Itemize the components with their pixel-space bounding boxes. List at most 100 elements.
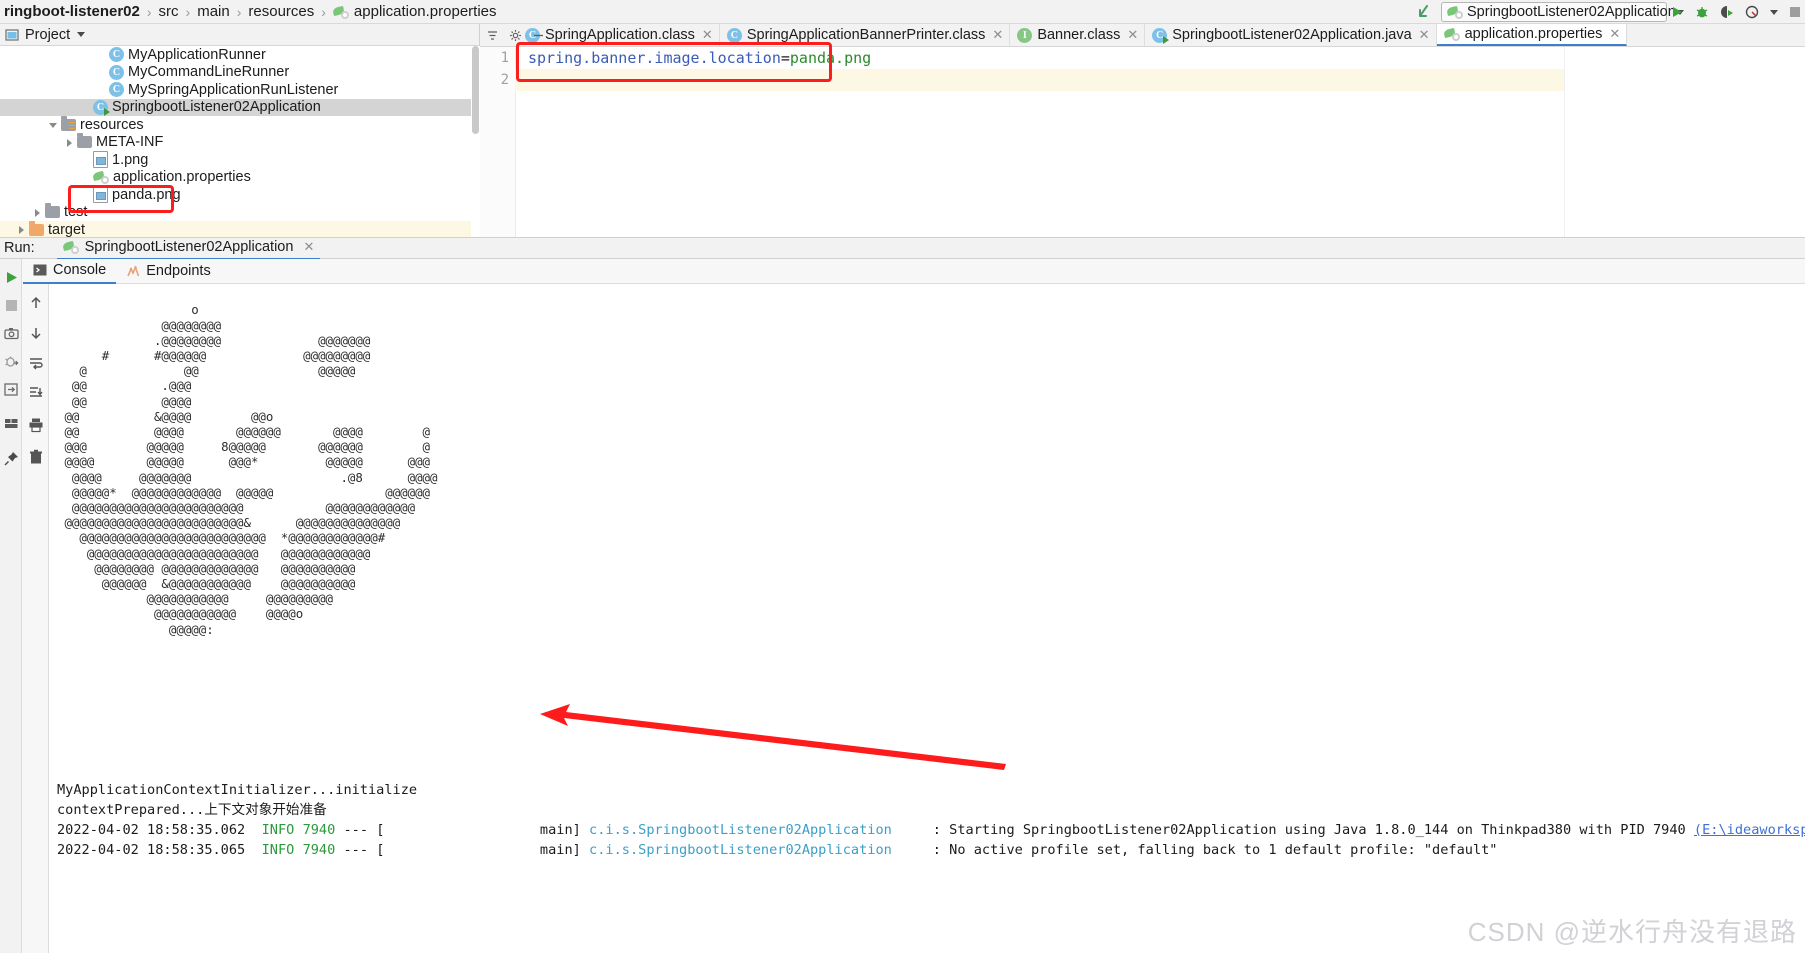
scroll-to-end-icon[interactable] [28,385,44,401]
editor-tab-label: SpringApplication.class [545,27,695,43]
tree-row[interactable]: target [0,220,471,237]
java-class-icon: C [726,27,742,43]
stop-icon[interactable] [4,298,19,313]
scroll-up-icon[interactable] [28,295,44,311]
tree-twisty-collapsed-icon[interactable] [64,137,75,148]
layout-icon[interactable] [4,416,19,431]
tab-console-label: Console [53,262,107,278]
breadcrumb-item-project[interactable]: ringboot-listener02 [4,3,140,20]
console-icon [33,263,47,277]
tree-row[interactable]: C MyApplicationRunner [0,46,471,64]
tree-twisty-collapsed-icon[interactable] [32,207,43,218]
console-tab-bar[interactable]: Console Endpoints [23,259,1805,284]
tree-row[interactable]: C MyCommandLineRunner [0,64,471,82]
property-key: spring.banner.image.location [528,49,781,67]
log-separator: --- [ [343,842,385,858]
run-with-coverage-icon[interactable] [1720,5,1734,19]
scroll-down-icon[interactable] [28,325,44,341]
folder-icon [45,203,60,219]
console-log-line: 2022-04-02 18:58:35.065 INFO 7940 --- [ … [57,840,1805,860]
tree-row[interactable]: 1.png [0,151,471,169]
tab-endpoints[interactable]: Endpoints [116,259,221,284]
stop-icon[interactable] [1789,6,1801,18]
console-output[interactable]: o @@@@@@@@ .@@@@@@@@ @@@@@@@ # #@@@@@@ @… [49,285,1805,953]
editor-tab-bar[interactable]: C SpringApplication.class ✕ C SpringApplicat… [480,24,1805,47]
tab-console[interactable]: Console [23,259,117,284]
breadcrumb-item-main[interactable]: main [197,3,230,20]
print-icon[interactable] [28,417,44,433]
breadcrumb-item-src[interactable]: src [159,3,179,20]
chevron-down-icon[interactable] [1770,9,1778,15]
breadcrumb-item-resources[interactable]: resources [248,3,314,20]
export-icon[interactable] [4,382,19,397]
close-icon[interactable]: ✕ [303,239,314,255]
project-tree[interactable]: C MyApplicationRunner C MyCommandLineRunner… [0,46,471,237]
rerun-icon[interactable] [4,270,19,285]
hide-icon[interactable] [532,29,545,42]
project-window-title: Project [25,26,71,43]
editor-tab[interactable]: C SpringbootListener02Application.java ✕ [1145,24,1437,46]
tree-row[interactable]: application.properties [0,169,471,187]
log-level: INFO [261,842,295,858]
trash-icon[interactable] [28,449,44,465]
soft-wrap-icon[interactable] [28,355,44,371]
tree-row[interactable]: C MySpringApplicationRunListener [0,81,471,99]
pin-icon[interactable] [4,451,19,466]
log-message: Starting SpringbootListener02Application… [949,822,1694,838]
project-tree-scrollbar[interactable] [471,46,480,237]
tree-row[interactable]: test [0,203,471,222]
scrollbar-thumb[interactable] [472,46,479,134]
run-tab-label: SpringbootListener02Application [84,239,294,255]
tree-twisty-expanded-icon[interactable] [48,119,59,130]
chevron-down-icon[interactable] [77,32,86,37]
spring-banner-ascii-art: o @@@@@@@@ .@@@@@@@@ @@@@@@@ # #@@@@@@ @… [64,302,438,637]
run-configuration-selector[interactable]: SpringbootListener02Application [1441,2,1684,22]
close-icon[interactable]: ✕ [1127,27,1138,43]
breadcrumb-item-file[interactable]: application.properties [354,3,497,20]
log-path-link[interactable]: (E:\ideaworkspace\springboo [1694,822,1805,838]
java-class-icon: C [109,64,124,80]
close-icon[interactable]: ✕ [992,27,1003,43]
debug-attach-icon[interactable] [4,354,19,369]
tree-item-label: resources [80,116,144,133]
tree-item-label: MyCommandLineRunner [128,64,290,81]
tree-twisty-collapsed-icon[interactable] [16,224,27,235]
log-logger[interactable]: c.i.s.SpringbootListener02Application [589,842,892,858]
editor-tab[interactable]: application.properties ✕ [1436,24,1628,46]
breadcrumb-separator-icon: › [321,3,326,20]
screenshot-icon[interactable] [4,326,19,341]
collapse-all-icon[interactable] [486,29,499,42]
run-tool-window-header: Run: SpringbootListener02Application ✕ [0,236,1805,260]
editor-tab[interactable]: I Banner.class ✕ [1010,24,1146,46]
tree-row[interactable]: panda.png [0,186,471,204]
console-side-toolbar[interactable] [22,259,49,953]
close-icon[interactable]: ✕ [1419,27,1430,43]
close-icon[interactable]: ✕ [702,27,713,43]
property-equals: = [780,49,790,67]
tree-row[interactable]: resources [0,115,471,134]
tree-item-label: 1.png [112,151,149,168]
settings-gear-icon[interactable] [509,29,522,42]
log-level: INFO [261,822,295,838]
tree-row[interactable]: META-INF [0,133,471,152]
tree-item-label: panda.png [112,186,181,203]
folder-icon [77,133,92,149]
breadcrumb-separator-icon: › [236,3,242,20]
java-class-icon: C [109,82,124,98]
log-thread: main] [384,842,581,858]
editor-tab[interactable]: C SpringApplicationBannerPrinter.class ✕ [719,24,1011,46]
tree-row[interactable]: C SpringbootListener02Application [0,98,471,116]
back-arrow-icon[interactable] [1417,3,1433,23]
editor-tab[interactable]: C SpringApplication.class ✕ [518,24,720,46]
log-timestamp: 2022-04-02 18:58:35.062 [57,822,246,838]
debug-icon[interactable] [1695,5,1709,19]
profiler-icon[interactable] [1745,5,1759,19]
png-file-icon [93,186,108,204]
run-icon[interactable] [1670,5,1684,19]
close-icon[interactable]: ✕ [1609,26,1620,42]
run-left-toolbar[interactable] [0,259,22,953]
run-tab-springboot-app[interactable]: SpringbootListener02Application ✕ [56,236,321,260]
log-logger[interactable]: c.i.s.SpringbootListener02Application [589,822,892,838]
